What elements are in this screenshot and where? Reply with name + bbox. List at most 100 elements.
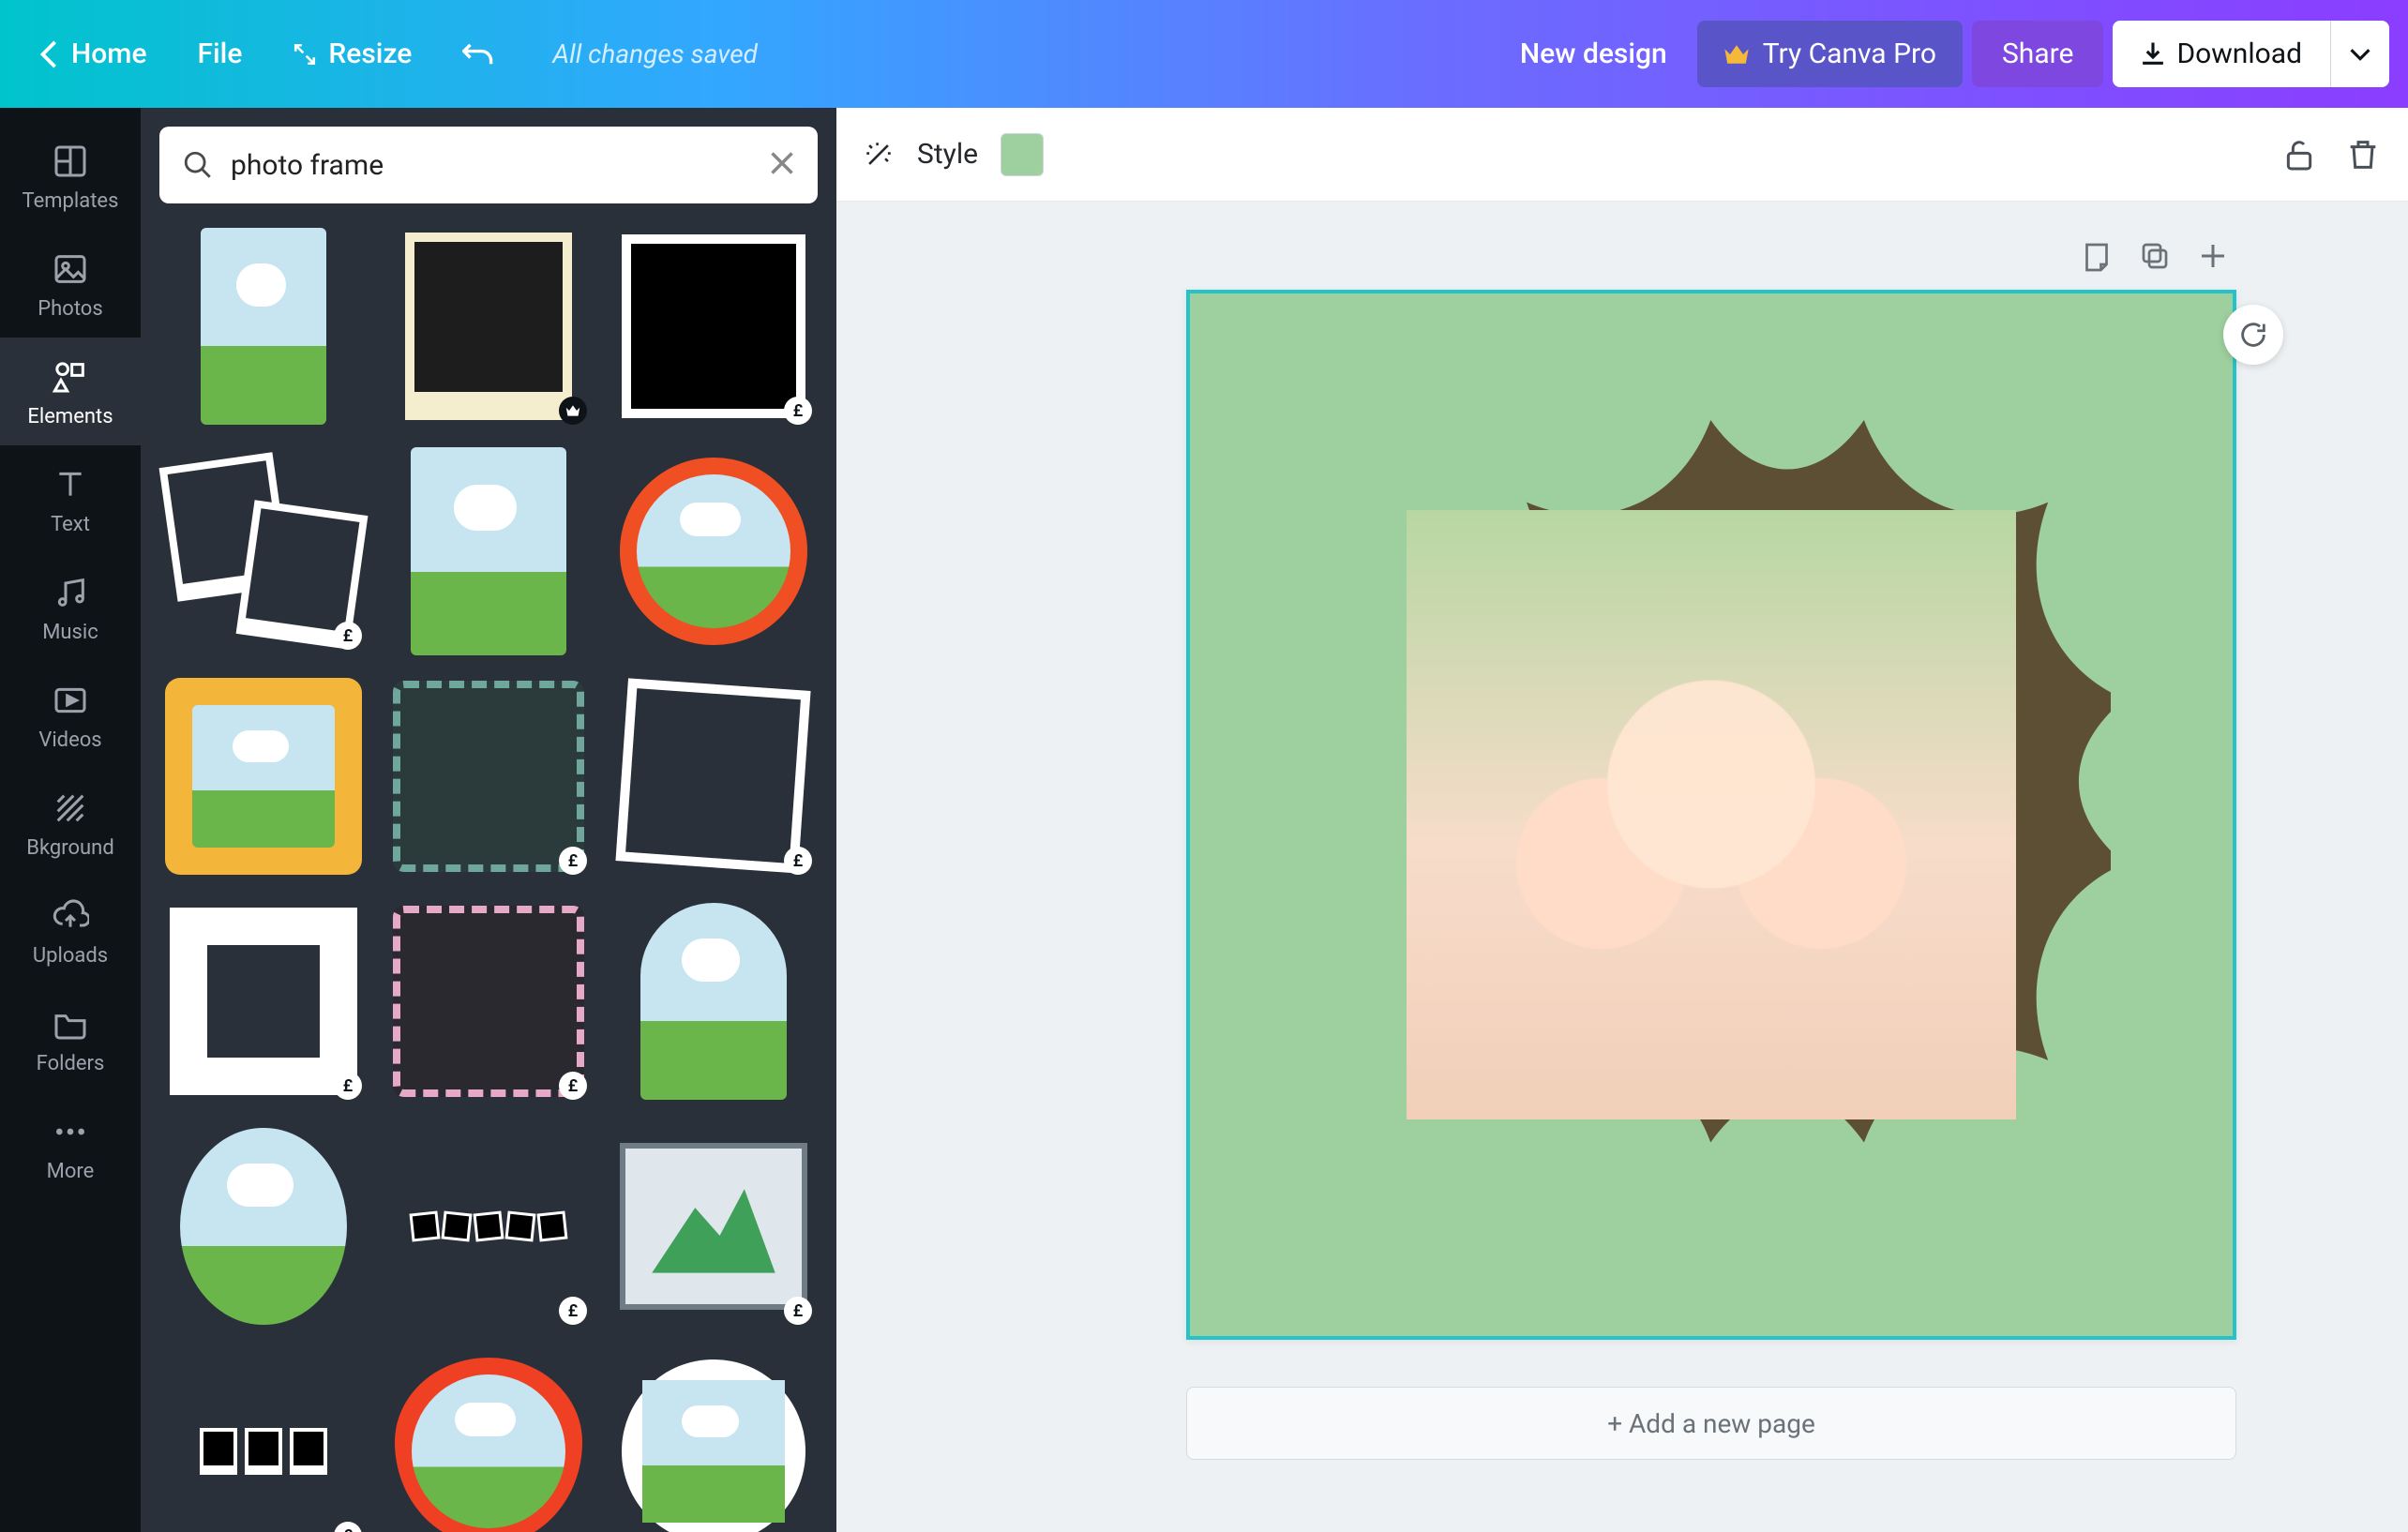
element-tile[interactable] <box>159 222 368 430</box>
unlock-button[interactable] <box>2280 136 2318 173</box>
add-page-label: + Add a new page <box>1607 1408 1815 1439</box>
regenerate-button[interactable] <box>2223 305 2283 365</box>
element-tile[interactable]: £ <box>610 222 818 430</box>
page-actions <box>2080 239 2230 273</box>
download-label: Download <box>2176 38 2302 70</box>
element-tile[interactable]: £ <box>159 1347 368 1532</box>
try-pro-label: Try Canva Pro <box>1763 38 1936 70</box>
sidenav-item-photos[interactable]: Photos <box>0 230 141 338</box>
elements-panel: £ £ £ £ £ £ £ £ £ <box>141 108 836 1532</box>
sidenav-item-videos[interactable]: Videos <box>0 661 141 769</box>
more-icon <box>52 1113 89 1150</box>
sidenav-label: Text <box>51 513 90 536</box>
sidenav-label: Elements <box>27 405 113 428</box>
sidenav-label: Templates <box>23 189 119 213</box>
element-tile[interactable] <box>610 897 818 1105</box>
download-button[interactable]: Download <box>2113 21 2331 87</box>
price-badge: £ <box>784 1297 812 1325</box>
uploads-icon <box>52 897 89 935</box>
duplicate-page-button[interactable] <box>2138 239 2172 273</box>
sidenav-item-background[interactable]: Bkground <box>0 769 141 877</box>
decorative-frame[interactable] <box>1312 387 2111 1242</box>
element-tile[interactable]: £ <box>384 1122 593 1330</box>
canvas-page[interactable] <box>1186 290 2236 1340</box>
clear-search-button[interactable] <box>769 150 795 180</box>
plus-icon <box>2196 239 2230 273</box>
note-icon <box>2080 239 2114 273</box>
sidenav-label: Folders <box>37 1052 105 1075</box>
copy-icon <box>2138 239 2172 273</box>
element-tile[interactable]: £ <box>159 447 368 655</box>
element-tile[interactable]: £ <box>384 897 593 1105</box>
elements-grid: £ £ £ £ £ £ £ £ £ <box>159 222 818 1532</box>
delete-button[interactable] <box>2344 136 2382 173</box>
refresh-icon <box>2237 319 2269 351</box>
style-button[interactable]: Style <box>917 138 978 171</box>
close-icon <box>769 150 795 176</box>
crown-icon <box>1723 43 1750 66</box>
sidenav-item-music[interactable]: Music <box>0 553 141 661</box>
add-page-button[interactable] <box>2196 239 2230 273</box>
sidenav-item-elements[interactable]: Elements <box>0 338 141 445</box>
unlock-icon <box>2280 136 2318 173</box>
text-icon <box>52 466 89 503</box>
element-tile[interactable]: £ <box>159 897 368 1105</box>
element-tile[interactable]: £ <box>384 672 593 880</box>
undo-icon <box>462 40 494 68</box>
new-design-label: New design <box>1520 38 1667 70</box>
share-button[interactable]: Share <box>1972 21 2103 87</box>
new-design-button[interactable]: New design <box>1499 24 1688 83</box>
sidenav-label: Music <box>42 621 98 644</box>
top-bar: Home File Resize All changes saved New d… <box>0 0 2408 108</box>
element-tile[interactable] <box>384 222 593 430</box>
resize-label: Resize <box>328 38 412 70</box>
resize-button[interactable]: Resize <box>272 24 432 83</box>
sidenav-item-uploads[interactable]: Uploads <box>0 877 141 984</box>
frame-photo[interactable] <box>1407 510 2016 1119</box>
element-tile[interactable] <box>384 447 593 655</box>
fill-color-swatch[interactable] <box>1001 133 1044 176</box>
home-button[interactable]: Home <box>19 24 168 83</box>
magic-icon[interactable] <box>863 139 895 171</box>
share-label: Share <box>2002 38 2073 70</box>
file-label: File <box>198 38 243 70</box>
element-tile[interactable] <box>159 1122 368 1330</box>
folders-icon <box>52 1005 89 1043</box>
element-tile[interactable]: £ <box>610 672 818 880</box>
notes-button[interactable] <box>2080 239 2114 273</box>
price-badge: £ <box>334 622 362 650</box>
background-icon <box>52 789 89 827</box>
price-badge: £ <box>784 397 812 425</box>
price-badge: £ <box>334 1522 362 1532</box>
element-tile[interactable] <box>610 1347 818 1532</box>
trash-icon <box>2344 136 2382 173</box>
sidenav-item-text[interactable]: Text <box>0 445 141 553</box>
save-status: All changes saved <box>552 38 758 69</box>
elements-icon <box>52 358 89 396</box>
sidenav-label: Bkground <box>26 836 113 860</box>
price-badge: £ <box>784 847 812 875</box>
element-tile[interactable]: £ <box>610 1122 818 1330</box>
search-box <box>159 127 818 203</box>
price-badge: £ <box>559 847 587 875</box>
file-menu[interactable]: File <box>177 24 263 83</box>
canvas-area: + Add a new page <box>836 202 2408 1532</box>
search-input[interactable] <box>231 149 752 182</box>
element-tile[interactable] <box>384 1347 593 1532</box>
price-badge: £ <box>334 1072 362 1100</box>
element-tile[interactable] <box>610 447 818 655</box>
sidenav-label: Uploads <box>33 944 108 968</box>
sidenav-item-templates[interactable]: Templates <box>0 122 141 230</box>
undo-button[interactable] <box>442 27 515 82</box>
add-new-page-button[interactable]: + Add a new page <box>1186 1387 2236 1460</box>
chevron-left-icon <box>39 40 60 68</box>
download-options-button[interactable] <box>2331 21 2389 87</box>
music-icon <box>52 574 89 611</box>
side-nav: Templates Photos Elements Text Music Vid… <box>0 108 141 1532</box>
sidenav-item-more[interactable]: More <box>0 1092 141 1200</box>
element-tile[interactable] <box>159 672 368 880</box>
photos-icon <box>52 250 89 288</box>
chevron-down-icon <box>2350 47 2370 62</box>
try-pro-button[interactable]: Try Canva Pro <box>1697 21 1963 87</box>
sidenav-item-folders[interactable]: Folders <box>0 984 141 1092</box>
